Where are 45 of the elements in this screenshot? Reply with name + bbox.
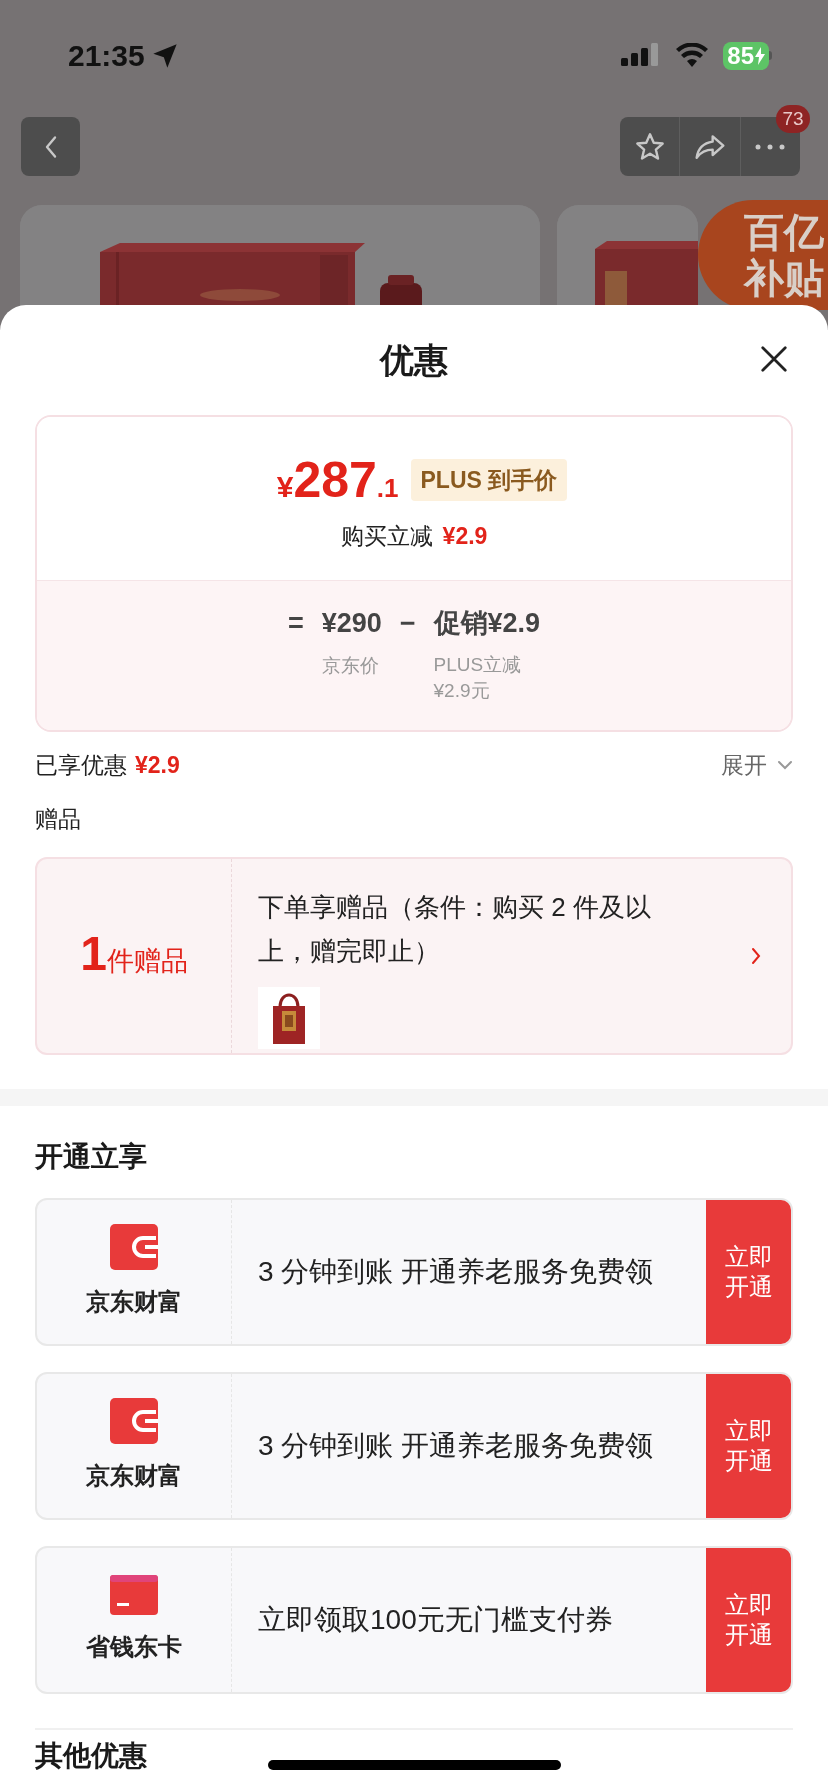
section-title: 开通立享: [35, 1139, 148, 1174]
wallet-icon: [110, 1223, 158, 1270]
expand-toggle[interactable]: 展开: [721, 747, 793, 783]
offer-brand: 京东财富: [86, 1286, 182, 1317]
charging-bolt-icon: [755, 46, 765, 65]
star-icon: [633, 130, 666, 163]
open-now-button[interactable]: 立即开通: [706, 1547, 791, 1692]
reduce-label: 购买立减: [340, 522, 433, 551]
plus-price-tag: PLUS 到手价: [410, 458, 568, 502]
offer-text: 3 分钟到账 开通养老服务免费领: [258, 1428, 654, 1463]
chevron-down-icon: [777, 760, 793, 770]
open-now-button[interactable]: 立即开通: [706, 1373, 791, 1518]
discount-label: 已享优惠: [35, 750, 127, 780]
reduce-amount: ¥2.9: [442, 522, 488, 551]
close-icon: [759, 344, 789, 374]
promo-label: ¥2.9元: [433, 678, 491, 703]
minus-sign: −: [399, 607, 416, 640]
offer-text: 立即领取100元无门槛支付券: [258, 1602, 613, 1637]
offer-brand: 省钱东卡: [86, 1631, 182, 1662]
notification-badge: 73: [776, 105, 810, 133]
promo-badge-text: 补贴: [744, 255, 824, 301]
promo-label: PLUS立减: [433, 652, 522, 677]
discount-amount: ¥2.9: [135, 750, 180, 780]
battery-indicator: 85: [723, 41, 769, 70]
section-title: 其他优惠: [35, 1738, 147, 1773]
status-time: 21:35: [68, 38, 145, 74]
gift-description: 下单享赠品（条件：购买 2 件及以上，赠完即止）: [258, 890, 652, 968]
wifi-icon: [675, 42, 710, 69]
offer-brand: 京东财富: [86, 1460, 182, 1491]
gift-count: 1件赠品: [80, 929, 188, 982]
promo-amount: 促销¥2.9: [433, 607, 541, 640]
card-icon: [110, 1574, 158, 1615]
final-price: ¥287.1: [276, 455, 399, 505]
chevron-right-icon: [751, 946, 761, 965]
equals-sign: =: [287, 607, 304, 640]
base-price: ¥290: [321, 607, 382, 640]
gift-card[interactable]: 1件赠品 下单享赠品（条件：购买 2 件及以上，赠完即止）: [35, 856, 793, 1055]
offer-text: 3 分钟到账 开通养老服务免费领: [258, 1254, 654, 1289]
section-label: 赠品: [35, 805, 82, 834]
open-now-button[interactable]: 立即开通: [706, 1199, 791, 1344]
wallet-icon: [110, 1397, 158, 1444]
base-price-label: 京东价: [321, 653, 379, 678]
more-dots-icon: [755, 143, 786, 150]
sheet-title: 优惠: [380, 339, 448, 381]
promo-badge-text: 百亿: [744, 209, 824, 255]
